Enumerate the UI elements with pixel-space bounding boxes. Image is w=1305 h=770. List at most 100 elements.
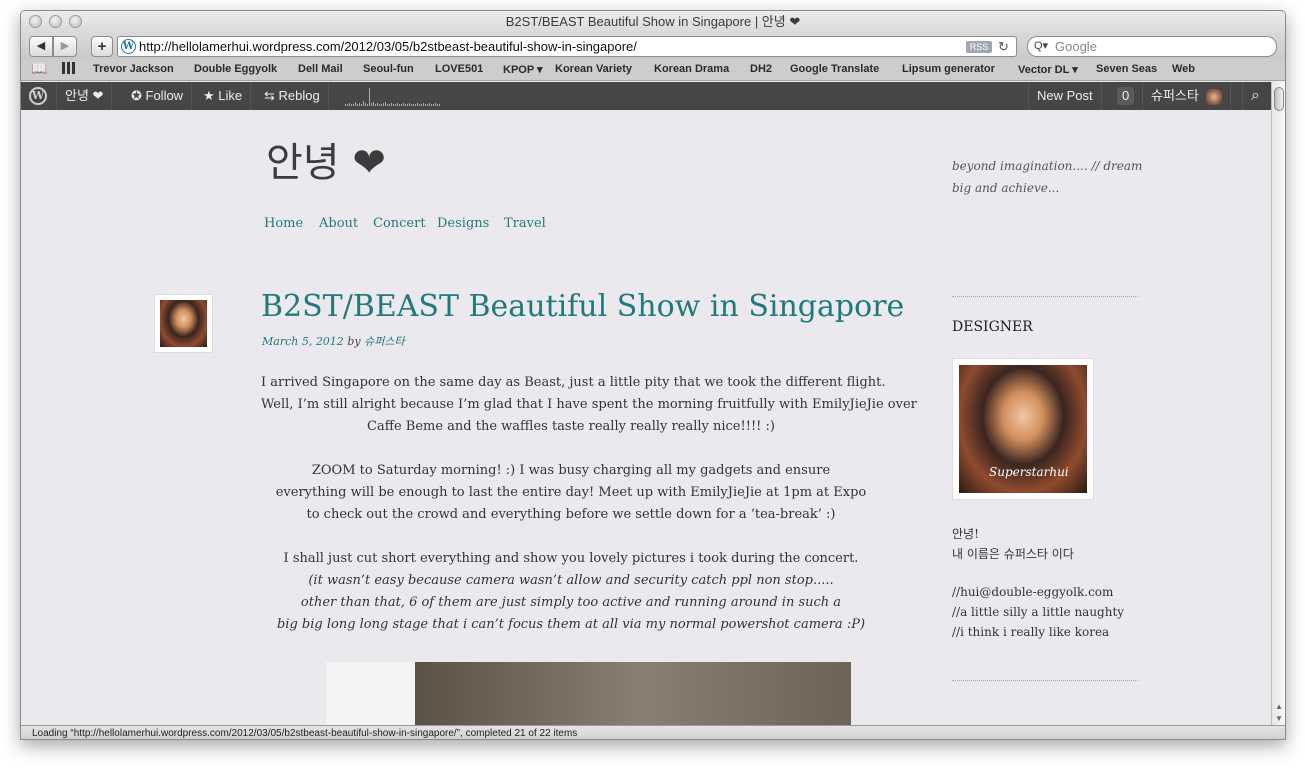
- url-text: http://hellolamerhui.wordpress.com/2012/…: [139, 39, 637, 54]
- sidebar-heading: DESIGNER: [952, 319, 1033, 335]
- bookmark-item[interactable]: Korean Drama: [654, 63, 729, 75]
- sparkline-bar: [437, 104, 438, 106]
- post-paragraph-line: everything will be enough to last the en…: [275, 485, 867, 500]
- post-paragraph-line: I shall just cut short everything and sh…: [283, 551, 859, 566]
- sparkline-bar: [421, 104, 422, 106]
- sparkline-bar: [351, 104, 352, 106]
- open-book-icon[interactable]: 📖: [31, 61, 47, 77]
- forward-button[interactable]: ▶: [53, 36, 77, 57]
- wordpress-admin-bar: W 안녕 ❤ ✪ Follow ★ Like ⇆ Reblog New Post…: [21, 82, 1271, 110]
- author-avatar[interactable]: [154, 294, 213, 353]
- search-field[interactable]: Q▾ Google: [1027, 36, 1277, 57]
- new-post-label: New Post: [1037, 88, 1093, 103]
- bookmark-item[interactable]: Double Eggyolk: [194, 63, 277, 75]
- nav-about[interactable]: About: [319, 216, 358, 231]
- post-paragraph-line: to check out the crowd and everything be…: [306, 507, 836, 522]
- post-author[interactable]: 슈퍼스타: [364, 335, 404, 348]
- sidebar-text: //a little silly a little naughty: [952, 605, 1125, 619]
- post-image[interactable]: [326, 662, 851, 725]
- sparkline-bar: [361, 104, 362, 106]
- bookmark-item[interactable]: Google Translate: [790, 63, 879, 75]
- bookmark-item[interactable]: Web: [1172, 63, 1195, 75]
- nav-home[interactable]: Home: [264, 216, 303, 231]
- post-title[interactable]: B2ST/BEAST Beautiful Show in Singapore: [261, 289, 904, 324]
- bookmark-item[interactable]: Korean Variety: [555, 63, 632, 75]
- sidebar-text: 내 이름은 슈퍼스타 이다: [952, 547, 1074, 561]
- vertical-scrollbar[interactable]: ▲ ▼: [1271, 82, 1285, 725]
- reload-icon[interactable]: ↻: [998, 37, 1009, 56]
- bookmark-item[interactable]: LOVE501: [435, 63, 483, 75]
- admin-search-button[interactable]: ⌕: [1242, 82, 1268, 110]
- sparkline-bar: [401, 104, 402, 106]
- bookmark-item[interactable]: Trevor Jackson: [93, 63, 174, 75]
- sparkline-bar: [365, 103, 366, 106]
- sparkline-bar: [371, 103, 372, 106]
- sparkline-bar: [355, 102, 356, 106]
- user-menu[interactable]: 슈퍼스타: [1143, 82, 1232, 110]
- bookmark-item[interactable]: Seoul-fun: [363, 63, 414, 75]
- site-name: 안녕 ❤: [65, 88, 104, 103]
- notifications-button[interactable]: 0: [1109, 82, 1144, 110]
- minimize-window-button[interactable]: [49, 15, 62, 28]
- sparkline-bar: [379, 104, 380, 106]
- site-menu[interactable]: 안녕 ❤: [57, 82, 113, 110]
- sparkline-bar: [349, 103, 350, 106]
- zoom-window-button[interactable]: [69, 15, 82, 28]
- add-bookmark-button[interactable]: +: [91, 36, 113, 57]
- sidebar-divider: [952, 680, 1138, 681]
- follow-button[interactable]: ✪ Follow: [123, 82, 193, 110]
- browser-toolbar: ◀ ▶ + W http://hellolamerhui.wordpress.c…: [21, 35, 1285, 59]
- back-button[interactable]: ◀: [29, 36, 53, 57]
- sparkline-bar: [399, 104, 400, 106]
- post-paragraph-line: big big long long stage that i can’t foc…: [276, 617, 866, 632]
- sparkline-bar: [395, 104, 396, 106]
- stats-sparkline[interactable]: [343, 82, 443, 110]
- sidebar-email: //hui@double-eggyolk.com: [952, 585, 1114, 599]
- grid-icon[interactable]: [62, 62, 76, 74]
- sparkline-bar: [389, 104, 390, 106]
- sparkline-bar: [359, 103, 360, 106]
- bookmark-item[interactable]: KPOP ▾: [503, 63, 543, 76]
- sparkline-bar: [367, 104, 368, 106]
- post-paragraph-line: Caffe Beme and the waffles taste really …: [367, 419, 775, 434]
- bookmark-item[interactable]: Dell Mail: [298, 63, 343, 75]
- user-name: 슈퍼스타: [1151, 88, 1199, 103]
- sparkline-bar: [425, 104, 426, 106]
- sidebar-text: 안녕!: [952, 527, 979, 541]
- site-title[interactable]: 안녕 ❤: [266, 130, 386, 188]
- sparkline-bar: [381, 104, 382, 106]
- address-bar[interactable]: W http://hellolamerhui.wordpress.com/201…: [117, 36, 1017, 57]
- close-window-button[interactable]: [29, 15, 42, 28]
- bookmark-item[interactable]: Seven Seas: [1096, 63, 1157, 75]
- nav-travel[interactable]: Travel: [504, 216, 546, 231]
- reblog-button[interactable]: ⇆ Reblog: [256, 82, 329, 110]
- bookmark-item[interactable]: DH2: [750, 63, 772, 75]
- post-date[interactable]: March 5, 2012: [262, 335, 344, 348]
- nav-designs[interactable]: Designs: [437, 216, 489, 231]
- follow-label: ✪ Follow: [131, 88, 184, 103]
- title-bar: B2ST/BEAST Beautiful Show in Singapore |…: [21, 11, 1285, 35]
- nav-concert[interactable]: Concert: [373, 216, 426, 231]
- browser-window: B2ST/BEAST Beautiful Show in Singapore |…: [20, 10, 1286, 740]
- rss-button[interactable]: RSS: [966, 41, 992, 53]
- scroll-down-arrow-icon[interactable]: ▼: [1275, 714, 1283, 723]
- sparkline-bar: [407, 104, 408, 106]
- sparkline-bar: [435, 103, 436, 106]
- wordpress-menu[interactable]: W: [21, 82, 57, 110]
- sparkline-bar: [357, 104, 358, 106]
- like-button[interactable]: ★ Like: [195, 82, 252, 110]
- sparkline-bar: [403, 103, 404, 106]
- scrollbar-thumb[interactable]: [1274, 87, 1284, 111]
- designer-photo[interactable]: Superstarhui: [952, 358, 1094, 500]
- sparkline-bar: [353, 104, 354, 106]
- sparkline-bar: [347, 104, 348, 106]
- wordpress-favicon-icon: W: [121, 39, 136, 54]
- bookmark-item[interactable]: Vector DL ▾: [1018, 63, 1078, 76]
- search-placeholder: Google: [1055, 39, 1097, 54]
- status-bar: Loading “http://hellolamerhui.wordpress.…: [21, 725, 1285, 739]
- scroll-up-arrow-icon[interactable]: ▲: [1275, 702, 1283, 711]
- post-paragraph-line: ZOOM to Saturday morning! :) I was busy …: [311, 463, 831, 478]
- new-post-button[interactable]: New Post: [1028, 82, 1102, 110]
- sparkline-bar: [411, 104, 412, 106]
- bookmark-item[interactable]: Lipsum generator: [902, 63, 995, 75]
